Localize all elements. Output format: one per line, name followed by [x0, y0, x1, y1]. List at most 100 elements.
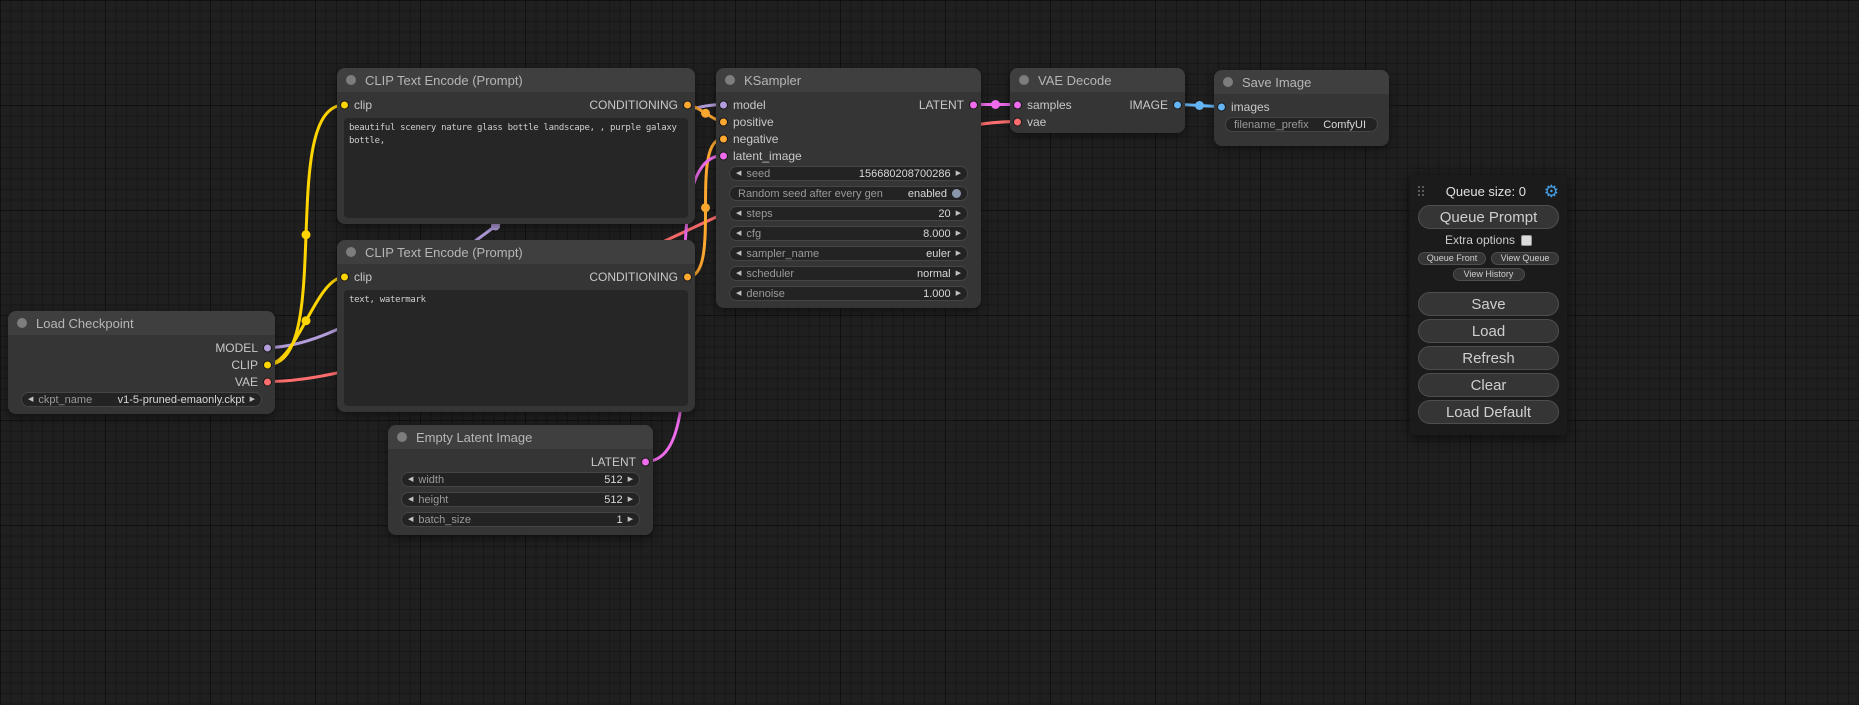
drag-handle-icon[interactable] [1418, 185, 1428, 198]
decrement-arrow-icon[interactable]: ◀ [736, 210, 741, 217]
node-empty-latent-image[interactable]: Empty Latent Image LATENT ◀ width 512 ▶ … [388, 425, 653, 535]
node-title-bar[interactable]: KSampler [716, 68, 981, 92]
collapse-dot-icon[interactable] [346, 75, 356, 85]
decrement-arrow-icon[interactable]: ◀ [408, 516, 413, 523]
positive-prompt-textarea[interactable]: beautiful scenery nature glass bottle la… [344, 118, 688, 218]
widget-label: ckpt_name [38, 394, 92, 406]
random-seed-toggle-widget[interactable]: Random seed after every gen enabled [729, 186, 968, 201]
node-title-bar[interactable]: VAE Decode [1010, 68, 1185, 92]
positive-conditioning-link-midpoint-dot[interactable] [701, 109, 710, 118]
increment-arrow-icon[interactable]: ▶ [956, 270, 961, 277]
queue-prompt-button[interactable]: Queue Prompt [1418, 205, 1559, 229]
node-clip-text-encode-negative[interactable]: CLIP Text Encode (Prompt) clip CONDITION… [337, 240, 695, 412]
sampler-name-widget[interactable]: ◀ sampler_name euler ▶ [729, 246, 968, 261]
node-graph-canvas[interactable]: Load Checkpoint MODEL CLIP VAE ◀ ckpt_na… [0, 0, 1859, 705]
collapse-dot-icon[interactable] [17, 318, 27, 328]
height-widget[interactable]: ◀ height 512 ▶ [401, 492, 640, 507]
increment-arrow-icon[interactable]: ▶ [956, 250, 961, 257]
collapse-dot-icon[interactable] [725, 75, 735, 85]
collapse-dot-icon[interactable] [397, 432, 407, 442]
batch-size-widget[interactable]: ◀ batch_size 1 ▶ [401, 512, 640, 527]
view-history-button[interactable]: View History [1453, 268, 1525, 281]
output-port-latent[interactable] [641, 457, 650, 466]
view-queue-button[interactable]: View Queue [1491, 252, 1559, 265]
samples-latent-link-midpoint-dot[interactable] [991, 100, 1000, 109]
node-clip-text-encode-positive[interactable]: CLIP Text Encode (Prompt) clip CONDITION… [337, 68, 695, 224]
load-default-button[interactable]: Load Default [1418, 400, 1559, 424]
increment-arrow-icon[interactable]: ▶ [250, 396, 255, 403]
output-port-vae[interactable] [263, 377, 272, 386]
increment-arrow-icon[interactable]: ▶ [628, 476, 633, 483]
increment-arrow-icon[interactable]: ▶ [628, 516, 633, 523]
collapse-dot-icon[interactable] [1019, 75, 1029, 85]
node-title: CLIP Text Encode (Prompt) [365, 73, 523, 88]
decrement-arrow-icon[interactable]: ◀ [736, 230, 741, 237]
cfg-widget[interactable]: ◀ cfg 8.000 ▶ [729, 226, 968, 241]
input-port-clip[interactable] [340, 273, 349, 282]
node-title-bar[interactable]: CLIP Text Encode (Prompt) [337, 68, 695, 92]
toggle-knob-icon[interactable] [952, 189, 961, 198]
input-label-images: images [1231, 100, 1270, 114]
queue-size-label: Queue size: 0 [1428, 184, 1544, 199]
extra-options-checkbox[interactable] [1521, 235, 1532, 246]
load-button[interactable]: Load [1418, 319, 1559, 343]
output-port-image[interactable] [1173, 100, 1182, 109]
input-port-model[interactable] [719, 100, 728, 109]
increment-arrow-icon[interactable]: ▶ [956, 210, 961, 217]
collapse-dot-icon[interactable] [346, 247, 356, 257]
node-title: VAE Decode [1038, 73, 1111, 88]
node-load-checkpoint[interactable]: Load Checkpoint MODEL CLIP VAE ◀ ckpt_na… [8, 311, 275, 414]
steps-widget[interactable]: ◀ steps 20 ▶ [729, 206, 968, 221]
widget-label: denoise [746, 288, 785, 300]
queue-front-button[interactable]: Queue Front [1418, 252, 1486, 265]
output-port-model[interactable] [263, 343, 272, 352]
clip-to-negative-encode-link-midpoint-dot[interactable] [302, 316, 311, 325]
image-link-midpoint-dot[interactable] [1195, 101, 1204, 110]
settings-gear-icon[interactable]: ⚙ [1544, 183, 1559, 200]
node-ksampler[interactable]: KSampler model LATENT positive negative … [716, 68, 981, 308]
decrement-arrow-icon[interactable]: ◀ [736, 270, 741, 277]
decrement-arrow-icon[interactable]: ◀ [408, 496, 413, 503]
increment-arrow-icon[interactable]: ▶ [956, 170, 961, 177]
extra-options-row: Extra options [1418, 233, 1559, 247]
queue-panel[interactable]: Queue size: 0 ⚙ Queue Prompt Extra optio… [1410, 175, 1567, 435]
seed-widget[interactable]: ◀ seed 156680208700286 ▶ [729, 166, 968, 181]
ckpt-name-widget[interactable]: ◀ ckpt_name v1-5-pruned-emaonly.ckpt ▶ [21, 392, 262, 407]
collapse-dot-icon[interactable] [1223, 77, 1233, 87]
input-port-vae[interactable] [1013, 117, 1022, 126]
decrement-arrow-icon[interactable]: ◀ [736, 250, 741, 257]
clip-to-positive-encode-link-midpoint-dot[interactable] [302, 230, 311, 239]
denoise-widget[interactable]: ◀ denoise 1.000 ▶ [729, 286, 968, 301]
node-title-bar[interactable]: Save Image [1214, 70, 1389, 94]
input-port-latent-image[interactable] [719, 151, 728, 160]
output-port-conditioning[interactable] [683, 101, 692, 110]
decrement-arrow-icon[interactable]: ◀ [736, 290, 741, 297]
save-button[interactable]: Save [1418, 292, 1559, 316]
scheduler-widget[interactable]: ◀ scheduler normal ▶ [729, 266, 968, 281]
decrement-arrow-icon[interactable]: ◀ [28, 396, 33, 403]
increment-arrow-icon[interactable]: ▶ [956, 230, 961, 237]
width-widget[interactable]: ◀ width 512 ▶ [401, 472, 640, 487]
node-title-bar[interactable]: CLIP Text Encode (Prompt) [337, 240, 695, 264]
refresh-button[interactable]: Refresh [1418, 346, 1559, 370]
node-vae-decode[interactable]: VAE Decode samples IMAGE vae [1010, 68, 1185, 133]
node-title-bar[interactable]: Empty Latent Image [388, 425, 653, 449]
filename-prefix-widget[interactable]: filename_prefix ComfyUI [1225, 117, 1378, 132]
decrement-arrow-icon[interactable]: ◀ [408, 476, 413, 483]
input-port-clip[interactable] [340, 101, 349, 110]
decrement-arrow-icon[interactable]: ◀ [736, 170, 741, 177]
output-port-conditioning[interactable] [683, 273, 692, 282]
node-title-bar[interactable]: Load Checkpoint [8, 311, 275, 335]
output-port-clip[interactable] [263, 360, 272, 369]
negative-prompt-textarea[interactable]: text, watermark [344, 290, 688, 406]
clear-button[interactable]: Clear [1418, 373, 1559, 397]
output-port-latent[interactable] [969, 100, 978, 109]
input-port-samples[interactable] [1013, 100, 1022, 109]
input-port-images[interactable] [1217, 102, 1226, 111]
input-port-positive[interactable] [719, 117, 728, 126]
negative-conditioning-link-midpoint-dot[interactable] [701, 203, 710, 212]
node-save-image[interactable]: Save Image images filename_prefix ComfyU… [1214, 70, 1389, 146]
increment-arrow-icon[interactable]: ▶ [956, 290, 961, 297]
input-port-negative[interactable] [719, 134, 728, 143]
increment-arrow-icon[interactable]: ▶ [628, 496, 633, 503]
